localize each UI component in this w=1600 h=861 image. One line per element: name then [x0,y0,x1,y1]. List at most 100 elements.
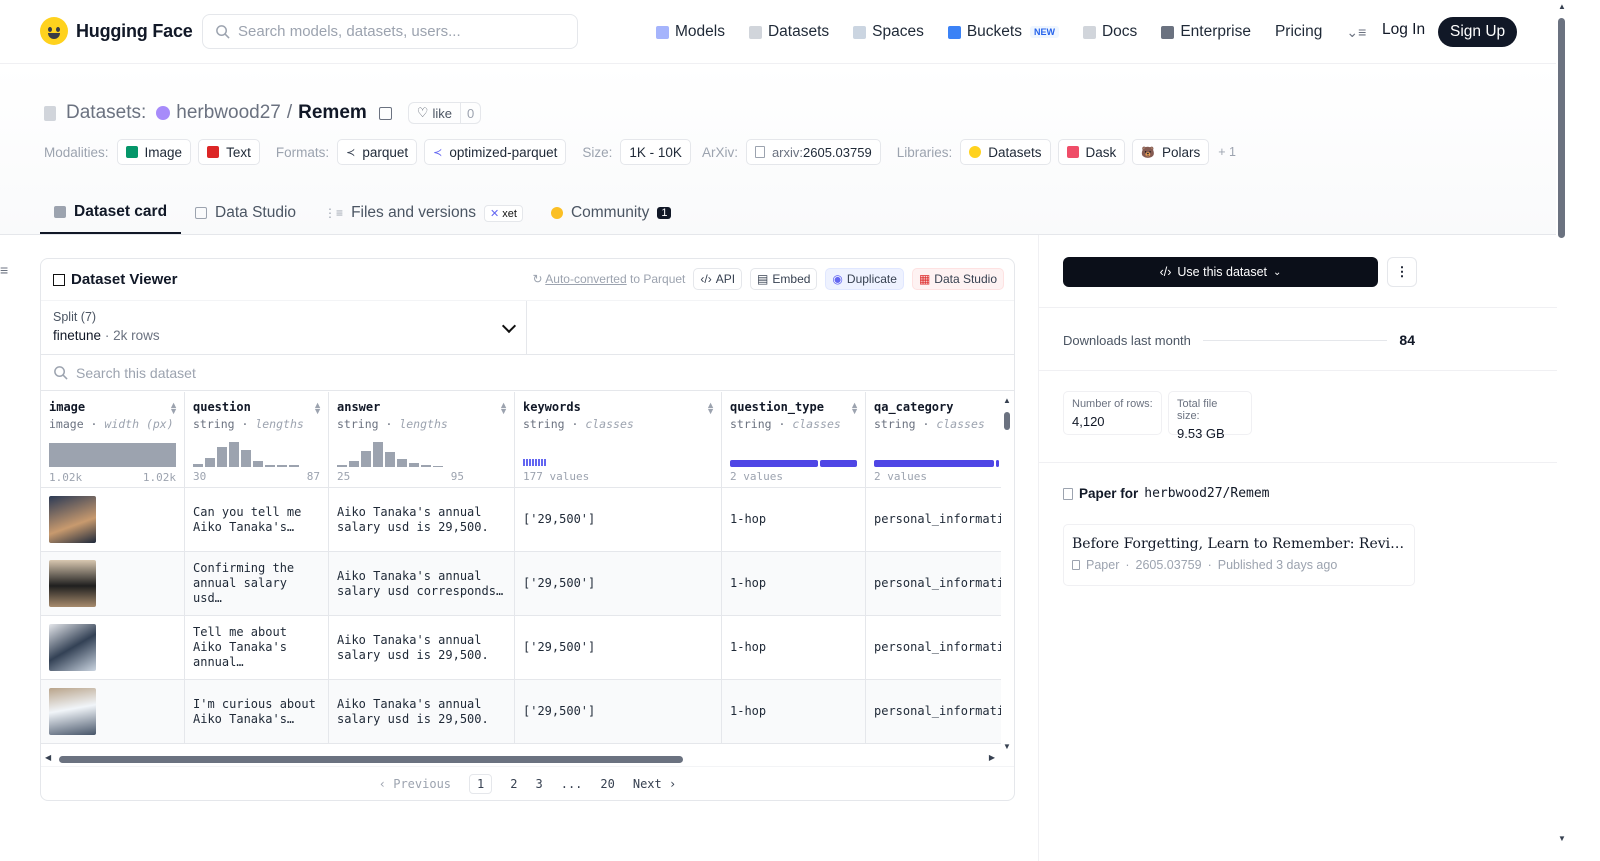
cell-answer[interactable]: Aiko Tanaka's annual salary usd is 29,50… [329,616,515,679]
column-header-keywords[interactable]: keywords string · classes ▲ ▼ 177 values [515,392,722,487]
image-thumbnail[interactable] [49,560,96,607]
modality-text-tag[interactable]: Text [198,139,260,165]
scroll-down-icon[interactable]: ▼ [1558,834,1566,843]
image-thumbnail[interactable] [49,688,96,735]
scroll-down-icon[interactable]: ▼ [1003,742,1011,751]
format-optimized-parquet-tag[interactable]: ≺ optimized-parquet [424,139,567,165]
sort-icon[interactable]: ▲ ▼ [850,401,859,416]
global-search[interactable] [202,14,578,49]
tab-dataset-card[interactable]: Dataset card [40,192,182,234]
brand-logo[interactable]: Hugging Face [40,17,193,45]
nav-more-menu[interactable]: ⌄≡ [1346,19,1366,45]
cell-question[interactable]: I'm curious about Aiko Tanaka's… [185,680,329,743]
library-polars-tag[interactable]: 🐻 Polars [1132,139,1210,165]
dataset-search[interactable] [41,355,1014,391]
column-header-question-type[interactable]: question_type string · classes ▲ ▼ 2 valu… [722,392,866,487]
column-header-qa-category[interactable]: qa_category string · classes 2 values [866,392,1001,487]
column-header-question[interactable]: question string · lengths ▲ ▼ 30 87 [185,392,329,487]
cell-question-type[interactable]: 1-hop [722,616,866,679]
column-header-answer[interactable]: answer string · lengths ▲ ▼ 25 95 [329,392,515,487]
more-options-button[interactable]: ⋮ [1387,257,1417,287]
page-20-button[interactable]: 20 [600,777,614,791]
sort-icon[interactable]: ▲ ▼ [313,401,322,416]
table-row[interactable]: Tell me about Aiko Tanaka's annual… Aiko… [41,616,1001,680]
cell-keywords[interactable]: ['29,500'] [515,616,722,679]
modality-image-tag[interactable]: Image [116,139,192,165]
scroll-up-icon[interactable]: ▲ [1003,396,1011,405]
repo-name-link[interactable]: Remem [298,102,367,124]
cell-keywords[interactable]: ['29,500'] [515,552,722,615]
cell-qa-category[interactable]: personal_informati [866,616,1001,679]
cell-keywords[interactable]: ['29,500'] [515,680,722,743]
duplicate-button[interactable]: ◉ Duplicate [825,268,904,290]
api-button[interactable]: ‹/› API [693,268,743,290]
scroll-up-icon[interactable]: ▲ [1558,2,1566,11]
cell-question[interactable]: Can you tell me Aiko Tanaka's… [185,488,329,551]
previous-page-button[interactable]: ‹ Previous [379,777,451,791]
sort-icon[interactable]: ▲ ▼ [169,401,178,416]
table-row[interactable]: Can you tell me Aiko Tanaka's… Aiko Tana… [41,488,1001,552]
nav-datasets[interactable]: Datasets [748,19,829,45]
dataset-search-input[interactable] [76,364,476,381]
size-tag[interactable]: 1K - 10K [620,139,691,165]
cell-keywords[interactable]: ['29,500'] [515,488,722,551]
nav-pricing[interactable]: Pricing [1275,19,1322,45]
horizontal-scroll-thumb[interactable] [59,756,683,763]
cell-answer[interactable]: Aiko Tanaka's annual salary usd correspo… [329,552,515,615]
table-vertical-scrollbar[interactable]: ▲ ▼ [1003,396,1011,751]
nav-enterprise[interactable]: Enterprise [1161,19,1251,45]
split-selector[interactable]: Split (7) finetune · 2k rows [41,301,527,354]
cell-question[interactable]: Tell me about Aiko Tanaka's annual… [185,616,329,679]
paper-title[interactable]: Before Forgetting, Learn to Remember: Re… [1072,536,1406,552]
image-thumbnail[interactable] [49,624,96,671]
scroll-left-icon[interactable]: ◀ [45,753,51,762]
toc-toggle-icon[interactable]: ≡ [0,262,8,278]
global-search-input[interactable] [238,23,558,40]
next-page-button[interactable]: Next › [633,777,676,791]
cell-question[interactable]: Confirming the annual salary usd… [185,552,329,615]
page-1-button[interactable]: 1 [469,773,493,794]
cell-question-type[interactable]: 1-hop [722,488,866,551]
libraries-more[interactable]: + 1 [1218,145,1236,159]
paper-card[interactable]: Before Forgetting, Learn to Remember: Re… [1063,524,1415,586]
table-horizontal-scrollbar[interactable]: ◀ ▶ [45,753,995,765]
use-this-dataset-button[interactable]: ‹/› Use this dataset ⌄ [1063,257,1378,287]
owner-link[interactable]: herbwood27 [176,102,281,124]
table-row[interactable]: Confirming the annual salary usd… Aiko T… [41,552,1001,616]
tab-community[interactable]: Community 1 [537,192,686,234]
format-parquet-tag[interactable]: ≺ parquet [337,139,418,165]
cell-question-type[interactable]: 1-hop [722,680,866,743]
cell-answer[interactable]: Aiko Tanaka's annual salary usd is 29,50… [329,680,515,743]
cell-question-type[interactable]: 1-hop [722,552,866,615]
copy-icon[interactable] [378,106,392,120]
embed-button[interactable]: ▤ Embed [750,268,818,290]
login-link[interactable]: Log In [1382,21,1425,39]
like-count[interactable]: 0 [461,106,480,121]
column-header-image[interactable]: image image · width (px) ▲ ▼ 1.02k 1.02k [41,392,185,488]
page-scrollbar[interactable]: ▲ ▼ [1556,0,1568,861]
cell-qa-category[interactable]: personal_informati [866,680,1001,743]
image-thumbnail[interactable] [49,496,96,543]
nav-models[interactable]: Models [656,19,725,45]
tab-data-studio[interactable]: Data Studio [181,192,310,234]
cell-answer[interactable]: Aiko Tanaka's annual salary usd is 29,50… [329,488,515,551]
vertical-scroll-thumb[interactable] [1004,412,1010,430]
cell-qa-category[interactable]: personal_informati [866,552,1001,615]
sort-icon[interactable]: ▲ ▼ [499,401,508,416]
library-datasets-tag[interactable]: Datasets [960,139,1051,165]
page-2-button[interactable]: 2 [510,777,517,791]
like-button[interactable]: ♡ like 0 [407,102,482,124]
table-row[interactable]: I'm curious about Aiko Tanaka's… Aiko Ta… [41,680,1001,744]
nav-spaces[interactable]: Spaces [853,19,924,45]
cell-qa-category[interactable]: personal_informati [866,488,1001,551]
auto-converted-link[interactable]: Auto-converted [545,272,626,286]
library-dask-tag[interactable]: Dask [1057,139,1126,165]
data-studio-button[interactable]: ▦ Data Studio [911,268,1004,290]
page-scroll-thumb[interactable] [1558,18,1565,238]
page-3-button[interactable]: 3 [535,777,542,791]
scroll-right-icon[interactable]: ▶ [989,753,995,762]
nav-docs[interactable]: Docs [1082,19,1137,45]
sort-icon[interactable]: ▲ ▼ [706,401,715,416]
nav-buckets[interactable]: Buckets NEW [947,19,1059,45]
arxiv-tag[interactable]: arxiv: 2605.03759 [745,139,881,165]
